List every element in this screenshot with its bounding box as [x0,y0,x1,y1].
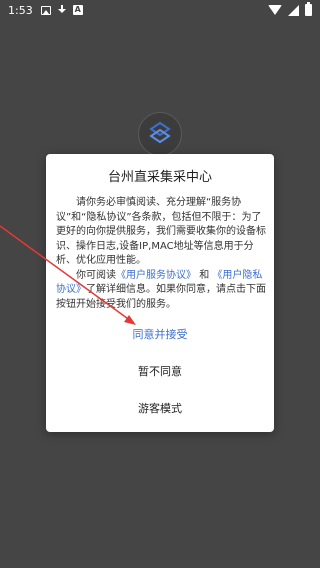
accept-button[interactable]: 同意并接受 [46,326,274,342]
guest-mode-button[interactable]: 游客模式 [46,400,274,416]
dialog-paragraph-2: 你可阅读《用户服务协议》 和 《用户隐私协议》了解详细信息。如果你同意，请点击下… [56,269,266,313]
privacy-dialog: 台州直采集采中心 请你务必审慎阅读、充分理解“服务协议”和“隐私协议”各条款，包… [46,154,274,432]
status-time: 1:53 [8,3,33,17]
app-logo-icon [138,112,182,156]
decline-button[interactable]: 暂不同意 [46,363,274,379]
status-bar: 1:53 A [0,0,320,20]
wifi-icon [268,5,282,15]
a-badge-icon: A [72,5,83,15]
para2-suffix: 了解详细信息。如果你同意，请点击下面按钮开始接受我们的服务。 [56,284,266,310]
battery-icon [305,2,312,16]
service-agreement-link[interactable]: 《用户服务协议》 [116,270,196,281]
para2-and: 和 [199,269,210,281]
image-icon [40,5,51,15]
dialog-body: 请你务必审慎阅读、充分理解“服务协议”和“隐私协议”各条款，包括但不限于：为了更… [56,196,266,312]
dialog-title: 台州直采集采中心 [107,170,212,185]
signal-icon [288,4,299,16]
dialog-paragraph-1: 请你务必审慎阅读、充分理解“服务协议”和“隐私协议”各条款，包括但不限于：为了更… [56,197,266,266]
download-icon [57,4,67,16]
para2-prefix: 你可阅读 [76,269,116,281]
